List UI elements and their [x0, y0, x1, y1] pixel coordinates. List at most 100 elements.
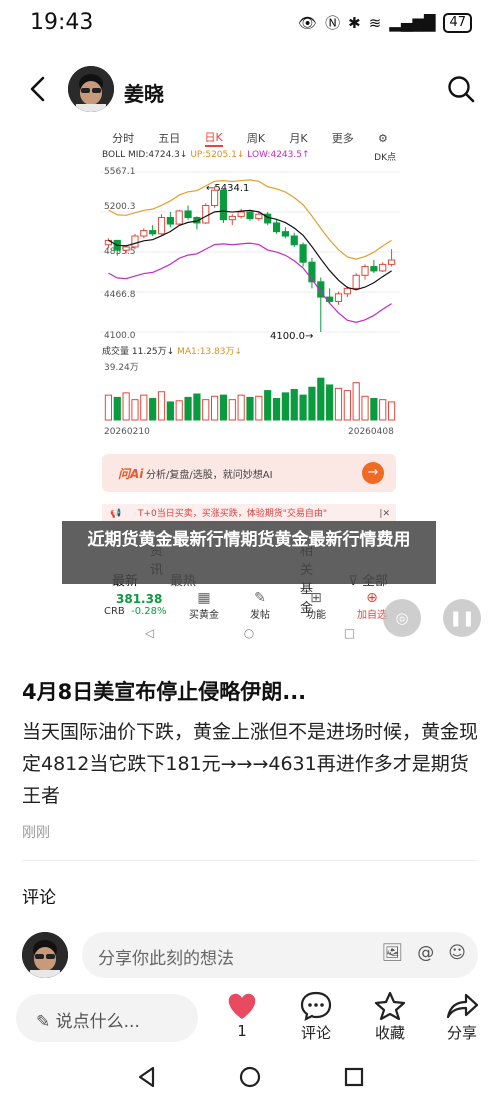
search-icon[interactable]	[446, 74, 476, 104]
volume-axis-top: 39.24万	[104, 363, 139, 373]
candle-body	[211, 189, 219, 206]
post-time: 刚刚	[22, 825, 50, 841]
volume-bar	[175, 400, 183, 421]
battery-icon: 47	[443, 12, 472, 33]
ai-logo: 问Ai	[118, 467, 144, 481]
post-button[interactable]: ✎ 发帖	[232, 590, 288, 621]
share-label: 分享	[446, 1024, 477, 1042]
volume-bar	[352, 382, 360, 421]
arrow-right-icon[interactable]: →	[362, 462, 384, 484]
volume-bar	[255, 395, 263, 421]
tab-period: 分时	[112, 132, 135, 145]
ai-assistant-bar[interactable]: 问Ai 分析/复盘/选股，就问妙想AI →	[102, 454, 396, 492]
volume-bar	[326, 384, 334, 421]
comment-bubble-icon	[300, 991, 332, 1021]
volume-bar	[237, 394, 245, 421]
tab-period: 五日	[158, 132, 181, 145]
author-avatar[interactable]	[68, 66, 114, 112]
candle-body	[299, 244, 307, 263]
buy-gold-button[interactable]: ▦ 买黄金	[176, 590, 232, 621]
volume-bar	[104, 394, 113, 421]
mention-icon[interactable]: @	[417, 943, 434, 963]
candle-body	[175, 210, 183, 225]
divider	[22, 860, 478, 861]
eye-icon: 👁	[298, 13, 318, 32]
candle-body	[184, 210, 192, 218]
collect-button[interactable]: 收藏	[360, 990, 420, 1043]
candle-body	[157, 216, 166, 235]
chart-icon: ▦	[197, 590, 211, 606]
volume-bar	[299, 394, 307, 421]
post-title: 4月8日美宣布停止侵略伊朗...	[22, 680, 307, 704]
volume-bar	[184, 396, 192, 421]
pause-icon[interactable]: ❚❚	[443, 599, 481, 637]
share-button[interactable]: 分享	[432, 990, 492, 1043]
volume-bar	[387, 401, 396, 421]
status-icons: 👁 Ⓝ ✱ ≋ ▂▄▆█ 47	[298, 12, 472, 33]
signal-icon: ▂▄▆█	[389, 13, 436, 32]
comment-button[interactable]: 评论	[286, 990, 346, 1043]
reply-placeholder: ✎ 说点什么...	[36, 1012, 140, 1032]
tab-period-active: 日K	[204, 129, 223, 147]
volume-bar	[379, 399, 387, 421]
volume-bar	[308, 386, 316, 421]
status-bar: 19:43 👁 Ⓝ ✱ ≋ ▂▄▆█ 47	[0, 0, 500, 50]
comment-button-label: 评论	[300, 1024, 331, 1042]
tab-period: 周K	[246, 132, 266, 145]
candle-body	[370, 266, 378, 272]
back-arrow-icon[interactable]	[24, 74, 54, 104]
screenshot-search-icon[interactable]: ◎	[383, 599, 421, 637]
k-axis-label: 4466.8	[104, 290, 136, 300]
settings-icon: ⚙	[377, 131, 388, 145]
candle-body	[202, 204, 210, 224]
boll-mid: MID:4724.3↓	[128, 150, 188, 160]
comment-input[interactable]: 分享你此刻的想法 🖼 @ ☺	[82, 932, 478, 978]
k-high-value: 5434.1	[214, 183, 249, 194]
tab-period: 更多	[331, 132, 354, 145]
volume-bar	[140, 394, 148, 421]
nfc-icon: Ⓝ	[325, 14, 341, 32]
candle-body	[237, 211, 245, 217]
volume-bar	[193, 393, 201, 421]
like-button[interactable]: 1	[212, 990, 272, 1040]
date-start: 20260210	[104, 427, 150, 436]
nav-home-icon[interactable]	[237, 1064, 263, 1090]
k-axis-label: 4100.0	[104, 331, 136, 341]
image-icon[interactable]: 🖼	[382, 943, 404, 963]
buy-gold-label: 买黄金	[189, 610, 219, 621]
volume-bar	[166, 401, 174, 421]
volume-bar	[317, 377, 325, 421]
candle-body	[281, 231, 289, 237]
boll-indicator: BOLL MID:4724.3↓ UP:5205.1↓ LOW:4243.5↑ …	[102, 150, 398, 163]
quote-change: -0.28%	[131, 606, 167, 617]
emoji-icon[interactable]: ☺	[448, 943, 466, 963]
comment-placeholder: 分享你此刻的想法	[98, 949, 234, 969]
candle-body	[140, 230, 148, 237]
volume-bar	[264, 390, 272, 421]
chart-period-tabs: 分时 五日 日K 周K 月K 更多 ⚙	[100, 128, 400, 148]
k-axis-label: 5567.1	[104, 167, 136, 177]
boll-label: BOLL	[102, 150, 126, 160]
volume-bar	[361, 395, 369, 421]
edit-icon: ✎	[254, 590, 266, 606]
reply-input[interactable]: ✎ 说点什么...	[16, 994, 198, 1042]
bluetooth-icon: ✱	[348, 13, 361, 32]
overlay-caption: 近期货黄金最新行情期货黄金最新行情费用	[62, 521, 436, 584]
post-label: 发帖	[250, 610, 270, 621]
status-time: 19:43	[30, 10, 94, 35]
candle-body	[387, 259, 396, 265]
volume-bar	[202, 399, 210, 421]
volume-bar	[113, 396, 121, 421]
volume-bar	[290, 388, 298, 421]
nav-back-icon[interactable]	[134, 1064, 160, 1090]
author-name[interactable]: 姜晓	[124, 78, 164, 107]
function-button[interactable]: ⊞ 功能	[288, 590, 344, 621]
my-avatar	[22, 932, 68, 978]
reply-placeholder-text: 说点什么...	[55, 1012, 140, 1032]
inner-nav-bar: ◁ ○ □	[100, 626, 400, 650]
candlestick-chart: 5567.1 5200.3 4833.5 4466.8 4100.0 ←5434…	[100, 167, 400, 342]
volume-bar	[228, 399, 236, 421]
nav-recents-icon[interactable]	[341, 1064, 367, 1090]
candle-body	[228, 215, 236, 221]
candle-body	[255, 213, 263, 220]
